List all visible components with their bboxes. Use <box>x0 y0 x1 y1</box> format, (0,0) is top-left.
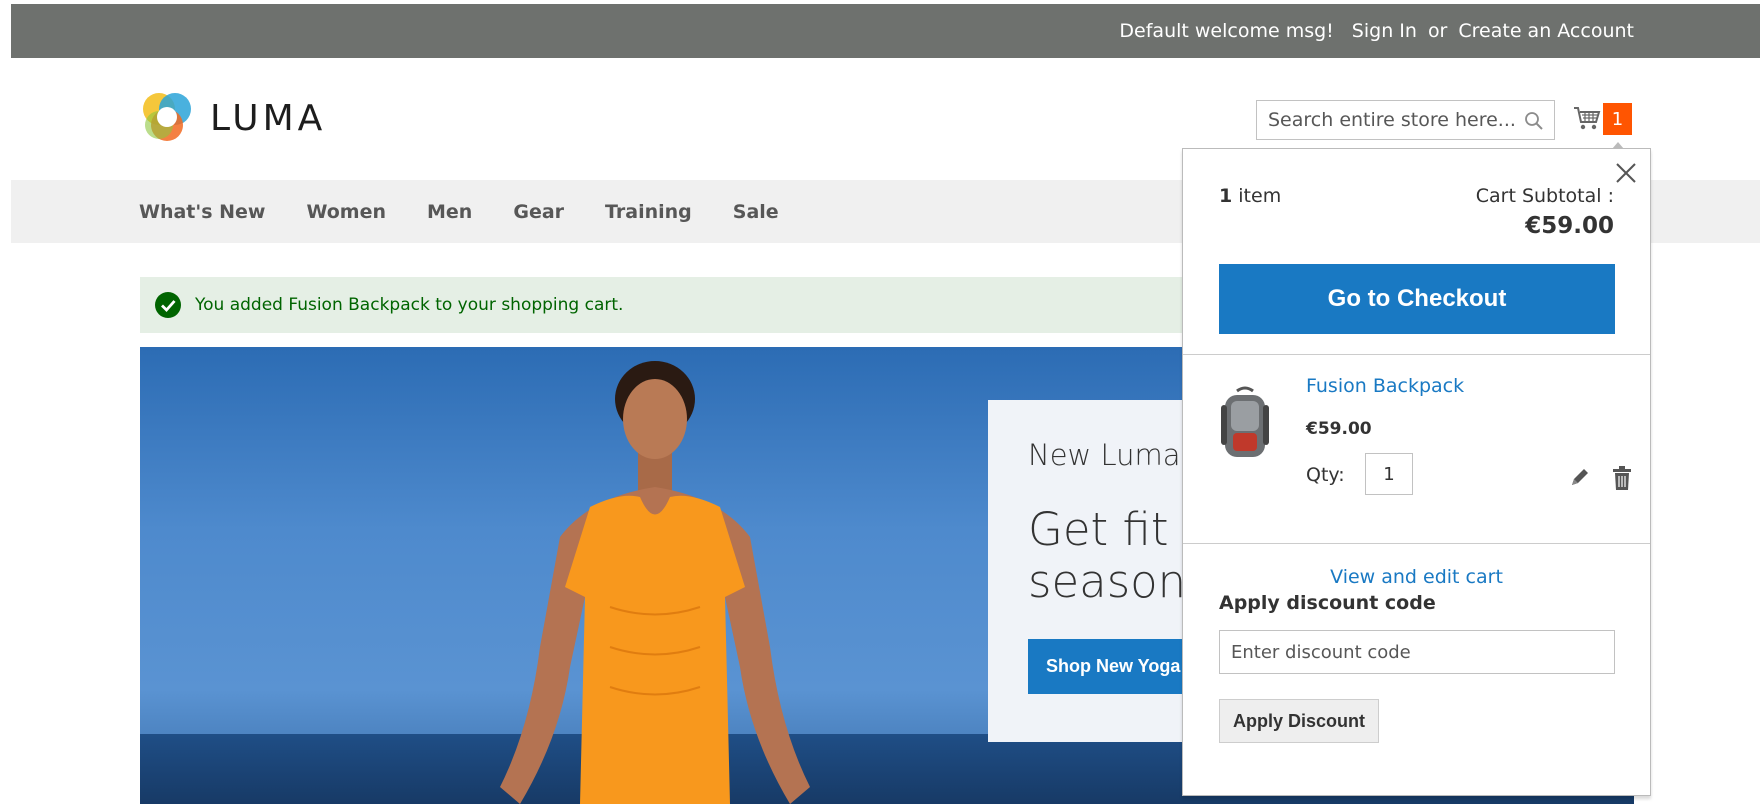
qty-input[interactable] <box>1365 453 1413 495</box>
create-account-link[interactable]: Create an Account <box>1458 20 1634 42</box>
trash-icon[interactable] <box>1611 465 1633 491</box>
nav-item-gear[interactable]: Gear <box>513 201 564 223</box>
items-total: 1 item <box>1219 185 1281 207</box>
nav-item-sale[interactable]: Sale <box>733 201 779 223</box>
nav-item-women[interactable]: Women <box>306 201 386 223</box>
yoga-woman-image <box>500 361 810 804</box>
search-icon[interactable] <box>1524 111 1544 131</box>
logo-text: LUMA <box>210 97 327 139</box>
product-thumbnail[interactable] <box>1219 385 1271 465</box>
welcome-message: Default welcome msg! <box>1119 20 1334 42</box>
product-price: €59.00 <box>1306 419 1372 439</box>
top-panel: Default welcome msg! Sign In or Create a… <box>11 4 1760 58</box>
nav-item-whats-new[interactable]: What's New <box>139 201 265 223</box>
discount-code-input[interactable] <box>1219 630 1615 674</box>
checkmark-icon <box>155 292 181 318</box>
items-count: 1 <box>1219 185 1233 207</box>
cart-icon[interactable] <box>1573 104 1601 132</box>
items-label: item <box>1238 185 1282 207</box>
nav-item-men[interactable]: Men <box>427 201 472 223</box>
search-input[interactable] <box>1257 101 1518 139</box>
pencil-icon[interactable] <box>1568 467 1590 489</box>
product-name-link[interactable]: Fusion Backpack <box>1306 375 1464 397</box>
promo-headline-line1: Get fit and look fab in new <box>1028 504 1188 556</box>
success-message-text: You added Fusion Backpack to your shoppi… <box>195 295 624 315</box>
success-message: You added Fusion Backpack to your shoppi… <box>140 277 1320 333</box>
cart-count-badge[interactable]: 1 <box>1603 103 1632 135</box>
go-to-checkout-button[interactable]: Go to Checkout <box>1219 264 1615 334</box>
subtotal-price: €59.00 <box>1525 213 1614 239</box>
header-links: Default welcome msg! Sign In or Create a… <box>1119 4 1634 58</box>
qty-label: Qty: <box>1306 464 1345 486</box>
apply-discount-button[interactable]: Apply Discount <box>1219 699 1379 743</box>
promo-headline: Get fit and look fab in new seasonal sty… <box>1028 504 1188 608</box>
close-icon[interactable] <box>1614 161 1638 185</box>
promo-headline-line2: seasonal styles <box>1028 555 1188 608</box>
sign-in-link[interactable]: Sign In <box>1352 20 1417 42</box>
discount-title: Apply discount code <box>1219 592 1436 614</box>
search-box <box>1256 100 1555 140</box>
nav-item-training[interactable]: Training <box>605 201 692 223</box>
subtotal-label: Cart Subtotal : <box>1475 185 1614 207</box>
minicart-dropdown: 1 item Cart Subtotal : €59.00 Go to Chec… <box>1182 142 1651 796</box>
divider <box>1183 354 1650 355</box>
view-edit-cart-link[interactable]: View and edit cart <box>1183 566 1650 588</box>
logo[interactable]: LUMA <box>140 88 326 148</box>
luma-logo-icon <box>143 93 191 141</box>
or-text: or <box>1427 20 1448 42</box>
divider <box>1183 543 1650 544</box>
